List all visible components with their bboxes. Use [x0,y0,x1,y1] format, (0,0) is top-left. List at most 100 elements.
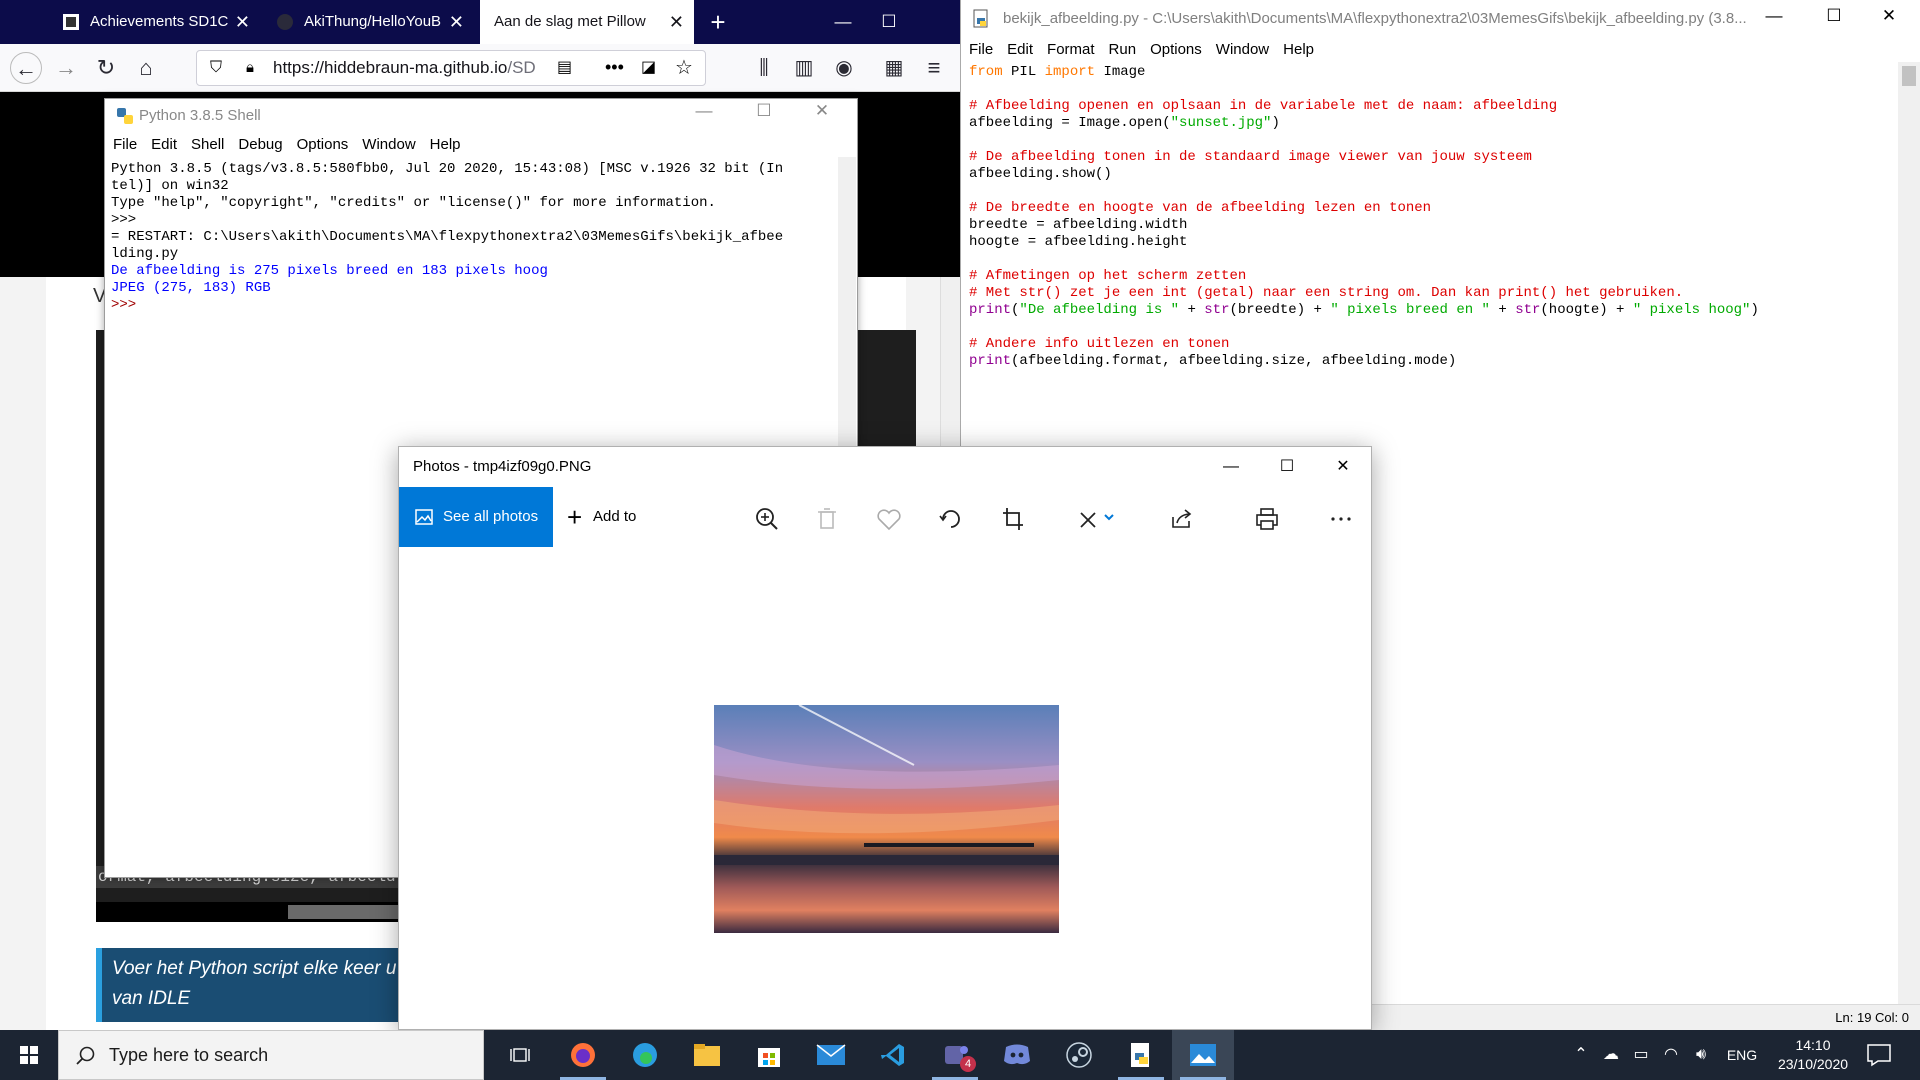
close-icon[interactable]: ✕ [449,0,464,44]
back-icon[interactable]: ← [10,52,42,84]
shell-line: tel)] on win32 [111,178,229,194]
shell-line: = RESTART: C:\Users\akith\Documents\MA\f… [111,229,784,245]
close-icon[interactable]: ✕ [799,94,845,128]
maximize-icon[interactable]: ☐ [1259,447,1315,487]
new-tab-button[interactable]: + [704,0,732,44]
edit-icon[interactable] [1071,503,1119,535]
task-view-icon [510,1048,530,1062]
menu-window[interactable]: Window [1216,38,1269,62]
lock-icon[interactable]: 🔒︎ [239,57,261,79]
reload-icon[interactable]: ↻ [90,52,122,84]
crop-icon[interactable] [995,503,1031,535]
search-box[interactable]: Type here to search [58,1030,484,1080]
close-icon[interactable]: ✕ [1315,447,1371,487]
pocket-icon[interactable]: ◪ [641,57,663,79]
account-icon[interactable]: ◉ [828,52,860,84]
editor-scroll-thumb[interactable] [1902,66,1916,86]
tab-title: AkiThung/HelloYouB [304,13,442,30]
code-text: + [1179,302,1205,318]
shield-icon[interactable]: ⛉ [205,57,227,79]
forward-icon[interactable]: → [50,52,82,84]
shell-title: Python 3.8.5 Shell [139,107,261,124]
windows-start-icon[interactable] [0,1030,58,1080]
close-icon[interactable]: ✕ [235,0,250,44]
taskbar-python-idle[interactable] [1110,1030,1172,1080]
chevron-up-icon[interactable]: ⌃ [1566,1030,1596,1080]
menu-file[interactable]: File [969,38,993,62]
code-scroll-thumb[interactable] [288,905,398,919]
add-to-button[interactable]: + Add to [563,487,636,547]
taskbar-firefox[interactable] [552,1030,614,1080]
url-bar[interactable]: ⛉ 🔒︎ https://hiddebraun-ma.github.io/SD … [196,50,706,86]
menu-file[interactable]: File [113,133,137,157]
taskbar-photos[interactable] [1172,1030,1234,1080]
github-icon [277,14,293,30]
clock-time: 14:10 [1795,1037,1831,1053]
taskbar-teams[interactable]: 4 [924,1030,986,1080]
minimize-icon[interactable]: — [1751,0,1797,35]
share-icon[interactable] [1163,503,1199,535]
info-note: Voer het Python script elke keer u van I… [96,948,426,1022]
more-icon[interactable] [1323,503,1359,535]
taskbar-store[interactable] [738,1030,800,1080]
reader-view-icon[interactable]: ▤ [557,57,579,79]
editor-scrollbar[interactable] [1898,62,1920,1004]
taskbar-vscode[interactable] [862,1030,924,1080]
firefox-icon [571,1043,595,1067]
zoom-icon[interactable] [749,503,785,535]
tab-pillow[interactable]: Aan de slag met Pillow ✕ [480,0,694,46]
menu-window[interactable]: Window [362,133,415,157]
menu-shell[interactable]: Shell [191,133,224,157]
volume-icon[interactable]: 🔊︎ [1686,1030,1716,1080]
taskbar-steam[interactable] [1048,1030,1110,1080]
sidebar-icon[interactable]: ▥ [788,52,820,84]
menu-edit[interactable]: Edit [151,133,177,157]
see-all-photos-button[interactable]: See all photos [399,487,553,547]
page-actions-icon[interactable]: ••• [605,53,631,81]
url-text[interactable]: https://hiddebraun-ma.github.io/SD [273,51,553,85]
maximize-icon[interactable]: ☐ [741,94,787,128]
notification-icon[interactable] [1866,1043,1892,1067]
menu-options[interactable]: Options [1150,38,1202,62]
taskbar-mail[interactable] [800,1030,862,1080]
minimize-icon[interactable]: — [820,0,866,44]
maximize-icon[interactable]: ☐ [866,0,912,44]
search-icon [76,1046,95,1065]
language-indicator[interactable]: ENG [1722,1030,1762,1080]
maximize-icon[interactable]: ☐ [1811,0,1857,35]
plus-icon: + [567,502,583,532]
menu-help[interactable]: Help [1283,38,1314,62]
teams-badge: 4 [960,1056,976,1072]
clock[interactable]: 14:10 23/10/2020 [1768,1036,1858,1074]
add-to-label: Add to [593,508,637,525]
close-icon[interactable]: ✕ [669,0,684,44]
menu-edit[interactable]: Edit [1007,38,1033,62]
task-view-button[interactable] [490,1030,552,1080]
bookmark-star-icon[interactable]: ☆ [675,55,697,81]
menu-run[interactable]: Run [1109,38,1137,62]
minimize-icon[interactable]: — [681,94,727,128]
delete-icon[interactable] [809,503,845,535]
tab-achievements[interactable]: Achievements SD1C ✕ [50,0,260,44]
taskbar-file-explorer[interactable] [676,1030,738,1080]
print-icon[interactable] [1249,503,1285,535]
menu-icon[interactable]: ≡ [918,52,950,84]
taskbar-edge[interactable] [614,1030,676,1080]
close-icon[interactable]: ✕ [1866,0,1912,35]
rotate-icon[interactable] [933,503,969,535]
menu-debug[interactable]: Debug [238,133,282,157]
favorite-icon[interactable] [871,503,907,535]
library-icon[interactable]: ⫼ [748,52,780,84]
menu-format[interactable]: Format [1047,38,1095,62]
extensions-icon[interactable]: ▦ [878,52,910,84]
minimize-icon[interactable]: — [1203,447,1259,487]
home-icon[interactable]: ⌂ [130,52,162,84]
code-keyword: from [969,64,1003,80]
menu-options[interactable]: Options [297,133,349,157]
taskbar-discord[interactable] [986,1030,1048,1080]
onedrive-icon[interactable]: ☁ [1596,1030,1626,1080]
battery-icon[interactable]: ▭ [1626,1030,1656,1080]
tab-helloyoub[interactable]: AkiThung/HelloYouB ✕ [264,0,474,44]
wifi-icon[interactable]: ◠ [1656,1030,1686,1080]
menu-help[interactable]: Help [430,133,461,157]
